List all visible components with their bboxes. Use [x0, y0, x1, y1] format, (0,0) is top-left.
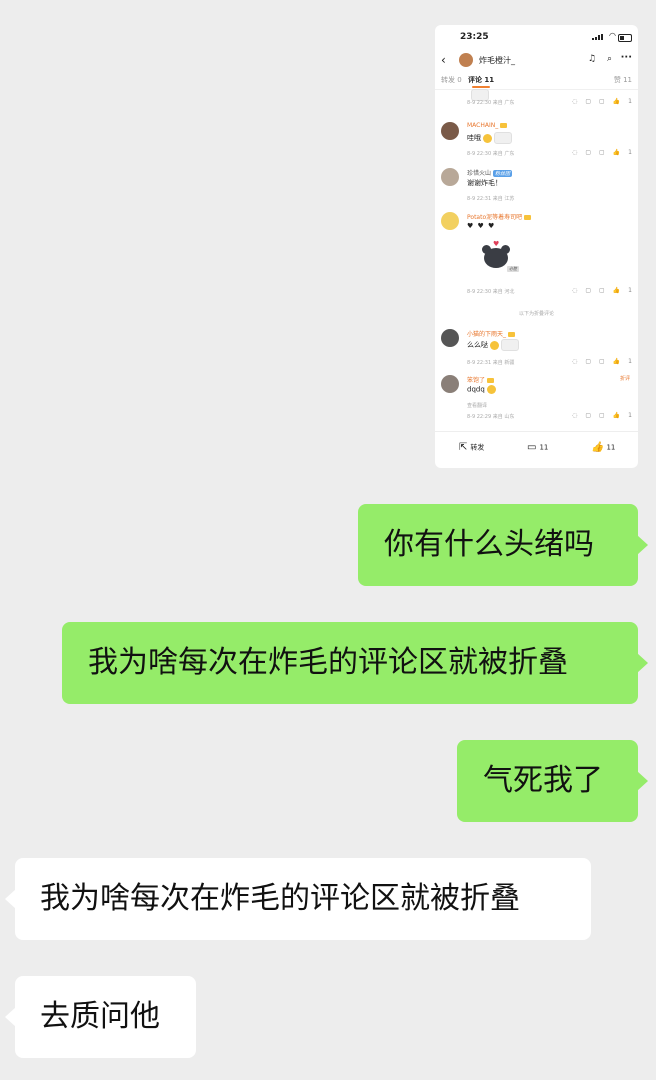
- hearts-icon: ♥ ♥ ♥: [467, 222, 496, 230]
- more-icon: ▢: [599, 287, 605, 294]
- comment-actions: ◌ ▢ ▢ 👍 1: [564, 358, 632, 365]
- comment-actions: ◌ ▢ ▢ 👍 1: [564, 149, 632, 156]
- tab-repost: 转发 0: [441, 76, 462, 84]
- like-icon: 👍: [591, 442, 604, 453]
- search-icon: ⌕: [606, 54, 612, 64]
- comment-item: 小猫的下雨天_ 么么哒 8-9 22:31 来自 新疆 ◌ ▢ ▢ 👍 1: [435, 329, 638, 369]
- commenter-name: 珍惜火山 粉丝团: [467, 170, 513, 177]
- post-tabs: 转发 0 评论 11 赞 11: [435, 73, 638, 90]
- shared-screenshot-image[interactable]: 23:25 ◠ ‹ 炸毛橙汁_ ♫ ⌕ ··· 转发 0 评论 11 赞 11 …: [435, 25, 638, 468]
- message-bubble-incoming[interactable]: 去质问他: [5, 976, 196, 1058]
- comment-meta: 8-9 22:30 来自 广东: [467, 100, 515, 106]
- avatar: [441, 212, 459, 230]
- share-icon: ◌: [572, 287, 578, 294]
- comment-action: ▭ 11: [527, 442, 549, 453]
- repost-icon: ⇱: [459, 442, 468, 453]
- more-icon: ···: [620, 52, 632, 63]
- like-icon: 👍: [612, 412, 621, 419]
- comment-icon: ▢: [585, 412, 592, 419]
- wifi-icon: ◠: [609, 31, 616, 40]
- author-avatar: [459, 53, 473, 67]
- commenter-name: MACHAIN_: [467, 122, 508, 129]
- translate-link: 查看翻译: [467, 403, 488, 409]
- avatar: [441, 375, 459, 393]
- comment-item: 8-9 22:30 来自 广东 ◌ ▢ ▢ 👍 1: [435, 89, 638, 109]
- avatar: [441, 329, 459, 347]
- like-count: 1: [628, 98, 632, 105]
- more-icon: ▢: [599, 358, 605, 365]
- comment-text: 哇哦: [467, 132, 512, 144]
- comment-item: 笨饱了 折评 dqdq 查看翻译 8-9 22:29 来自 山东 ◌ ▢ ▢ 👍 1: [435, 375, 638, 423]
- share-icon: ◌: [572, 149, 578, 156]
- like-icon: 👍: [612, 98, 621, 105]
- comment-icon: ▢: [585, 149, 592, 156]
- comment-actions: ◌ ▢ ▢ 👍 1: [564, 98, 632, 105]
- folded-tag: 折评: [619, 376, 630, 382]
- comment-meta: 8-9 22:31 来自 江苏: [467, 196, 515, 202]
- comment-meta: 8-9 22:29 来自 山东: [467, 414, 515, 420]
- comment-actions: ◌ ▢ ▢ 👍 1: [564, 287, 632, 294]
- like-action: 👍 11: [591, 442, 616, 453]
- comment-meta: 8-9 22:30 来自 广东: [467, 151, 515, 157]
- message-bubble-outgoing[interactable]: 气死我了: [457, 740, 648, 822]
- tab-comments: 评论 11: [468, 76, 495, 88]
- like-count: 1: [628, 412, 632, 419]
- comment-item: Potato泥等着寿司吧 ♥ ♥ ♥ ♥ 必胜 8-9 22:30 来自 河北 …: [435, 212, 638, 302]
- comment-item: 珍惜火山 粉丝团 谢谢炸毛！ 8-9 22:31 来自 江苏: [435, 168, 638, 206]
- like-count: 1: [628, 358, 632, 365]
- comment-item: MACHAIN_ 哇哦 8-9 22:30 来自 广东 ◌ ▢ ▢ 👍 1: [435, 122, 638, 162]
- comment-actions: ◌ ▢ ▢ 👍 1: [564, 412, 632, 419]
- signal-icon: [592, 34, 604, 40]
- post-author-name: 炸毛橙汁_: [479, 56, 515, 65]
- message-bubble-outgoing[interactable]: 我为啥每次在炸毛的评论区就被折叠: [62, 622, 648, 704]
- like-icon: 👍: [612, 149, 621, 156]
- comment-icon: ▭: [527, 442, 537, 453]
- commenter-name: Potato泥等着寿司吧: [467, 212, 532, 221]
- bear-sticker-image: ♥ 必胜: [481, 240, 519, 272]
- commenter-name: 笨饱了: [467, 375, 495, 384]
- battery-icon: [618, 34, 632, 42]
- share-icon: ◌: [572, 98, 578, 105]
- comment-icon: ▢: [585, 287, 592, 294]
- status-time: 23:25: [460, 32, 489, 42]
- message-bubble-incoming[interactable]: 我为啥每次在炸毛的评论区就被折叠: [5, 858, 591, 940]
- headphones-icon: ♫: [587, 54, 596, 64]
- message-bubble-outgoing[interactable]: 你有什么头绪吗: [358, 504, 648, 586]
- comment-meta: 8-9 22:30 来自 河北: [467, 289, 515, 295]
- status-bar: 23:25 ◠: [435, 25, 638, 51]
- comment-text: 么么哒: [467, 339, 519, 351]
- comment-text: dqdq: [467, 385, 496, 394]
- more-icon: ▢: [599, 412, 605, 419]
- tab-likes: 赞 11: [613, 76, 632, 84]
- repost-action: ⇱ 转发: [459, 442, 485, 453]
- avatar: [441, 122, 459, 140]
- comment-meta: 8-9 22:31 来自 新疆: [467, 360, 515, 366]
- share-icon: ◌: [572, 358, 578, 365]
- comment-icon: ▢: [585, 98, 592, 105]
- avatar: [441, 168, 459, 186]
- like-icon: 👍: [612, 287, 621, 294]
- like-count: 1: [628, 149, 632, 156]
- more-icon: ▢: [599, 98, 605, 105]
- post-bottom-bar: ⇱ 转发 ▭ 11 👍 11: [435, 431, 638, 468]
- like-count: 1: [628, 287, 632, 294]
- commenter-name: 小猫的下雨天_: [467, 329, 516, 338]
- more-icon: ▢: [599, 149, 605, 156]
- like-icon: 👍: [612, 358, 621, 365]
- folded-divider: 以下为折叠评论: [518, 311, 554, 317]
- back-arrow-icon: ‹: [441, 53, 446, 67]
- post-nav-bar: ‹ 炸毛橙汁_ ♫ ⌕ ···: [435, 51, 638, 73]
- comment-icon: ▢: [585, 358, 592, 365]
- share-icon: ◌: [572, 412, 578, 419]
- comment-text: 谢谢炸毛！: [467, 179, 502, 187]
